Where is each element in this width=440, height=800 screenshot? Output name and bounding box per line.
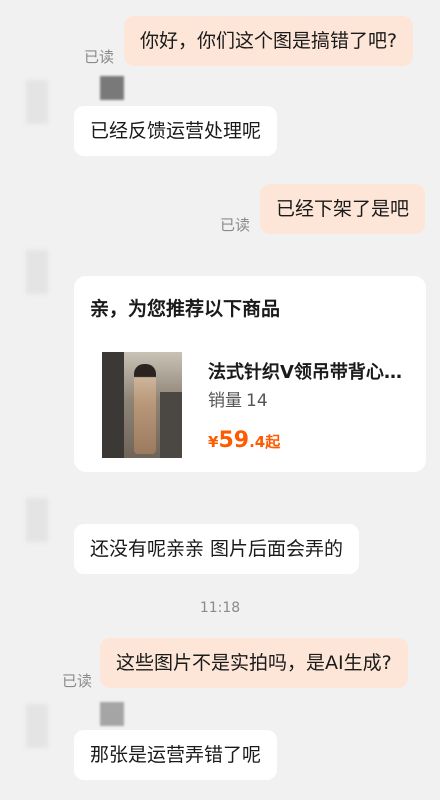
sales-count: 14: [246, 391, 268, 411]
price-suffix: 起: [265, 433, 281, 451]
avatar-icon: [26, 80, 48, 124]
product-recommendation-card[interactable]: 亲，为您推荐以下商品 法式针织V领吊带背心女2024春季新款 销量14 ¥59.…: [74, 276, 426, 472]
timestamp: 11:18: [199, 600, 241, 616]
card-title: 亲，为您推荐以下商品: [90, 298, 281, 320]
sales-label: 销量: [208, 391, 242, 411]
message-bubble-sent[interactable]: 你好，你们这个图是搞错了吧?: [124, 16, 414, 66]
message-bubble-received[interactable]: 还没有呢亲亲 图片后面会弄的: [74, 524, 360, 574]
avatar-icon: [100, 702, 124, 726]
product-name[interactable]: 法式针织V领吊带背心女2024春季新款: [208, 358, 418, 384]
read-receipt: 已读: [62, 672, 93, 690]
avatar-icon: [26, 498, 48, 542]
message-bubble-received[interactable]: 那张是运营弄错了呢: [74, 730, 278, 780]
read-receipt: 已读: [220, 216, 251, 234]
avatar-icon: [100, 76, 124, 100]
avatar-icon: [26, 704, 48, 748]
product-sales: 销量 14: [208, 386, 268, 411]
message-bubble-received[interactable]: 已经反馈运营处理呢: [74, 106, 278, 156]
product-price: ¥59.4起: [208, 428, 280, 453]
avatar-icon: [26, 250, 48, 294]
product-image[interactable]: [102, 352, 182, 458]
price-currency: ¥: [208, 433, 219, 451]
message-bubble-sent[interactable]: 已经下架了是吧: [260, 184, 426, 234]
read-receipt: 已读: [84, 48, 115, 66]
price-decimal: .4: [249, 433, 266, 451]
message-bubble-sent[interactable]: 这些图片不是实拍吗，是AI生成?: [100, 638, 408, 688]
price-integer: 59: [218, 428, 250, 453]
